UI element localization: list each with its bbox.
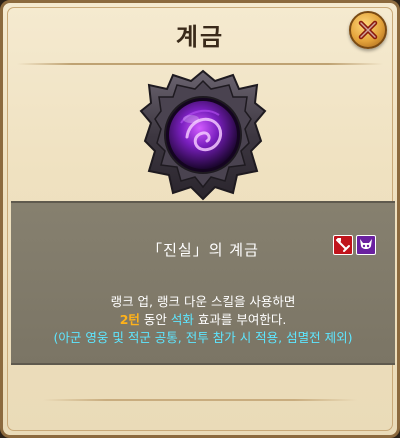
description-line-2-end: 효과를 부여한다. <box>193 312 287 327</box>
skill-info-box: 「진실」의 계금 랭크 업, 랭크 다운 스킬을 사용하면 2턴 동안 석화 효… <box>11 201 395 365</box>
close-x-icon <box>358 20 378 40</box>
turn-count: 2턴 <box>119 312 140 327</box>
title-divider <box>17 63 383 65</box>
purple-orb-shield-icon <box>139 69 267 201</box>
red-weapon-icon <box>333 235 353 255</box>
effect-name: 석화 <box>170 312 194 327</box>
purple-demon-icon <box>356 235 376 255</box>
close-button[interactable] <box>349 11 387 49</box>
description-line-2: 2턴 동안 석화 효과를 부여한다. <box>11 309 395 328</box>
description-line-1: 랭크 업, 랭크 다운 스킬을 사용하면 <box>110 294 296 309</box>
window-title: 계금 <box>175 23 225 51</box>
skill-info-panel: 계금 「진실」의 계금 랭크 업, 랭크 다운 스킬을 사용하면 2턴 동안 석… <box>0 0 400 438</box>
description-line-2-mid: 동안 <box>139 312 171 327</box>
bottom-divider <box>43 399 357 401</box>
description-note: (아군 영웅 및 적군 공통, 전투 참가 시 적용, 섬멸전 제외) <box>53 330 353 345</box>
